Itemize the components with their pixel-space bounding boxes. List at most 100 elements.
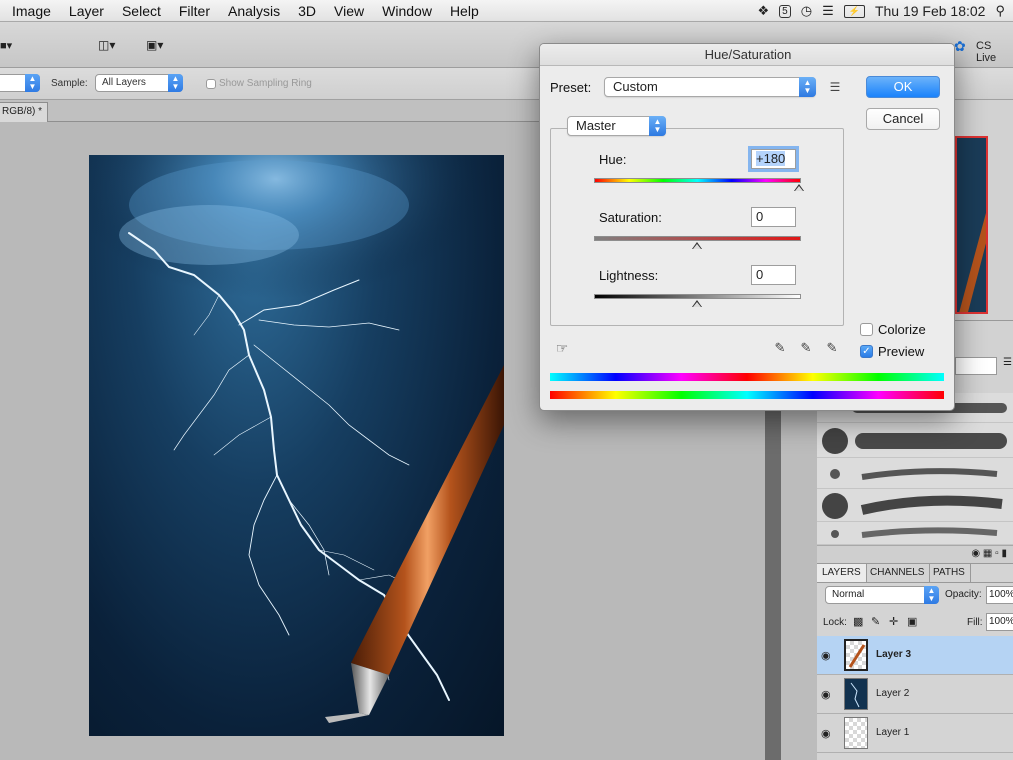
navigator-zoom-slider[interactable] — [955, 320, 1013, 332]
tab-layers[interactable]: LAYERS — [817, 564, 867, 582]
ok-button[interactable]: OK — [866, 76, 940, 98]
menu-clock[interactable]: Thu 19 Feb 18:02 — [875, 3, 986, 19]
navigator-preview[interactable] — [955, 136, 988, 314]
brush-preset-row[interactable] — [817, 490, 1013, 522]
menu-filter[interactable]: Filter — [173, 0, 216, 22]
chevron-updown-icon: ▲ ▼ — [799, 77, 816, 97]
on-image-adjustment-icon[interactable]: ☞ — [554, 340, 570, 357]
brush-presets-panel — [817, 393, 1013, 545]
menu-image[interactable]: Image — [6, 0, 57, 22]
preset-value: Custom — [613, 79, 658, 94]
show-sampling-ring-label: Show Sampling Ring — [219, 78, 312, 89]
chevron-updown-icon: ▲ ▼ — [924, 586, 939, 604]
hue-slider-thumb[interactable] — [794, 184, 804, 191]
delete-preset-icon[interactable]: ▮ — [1001, 548, 1007, 559]
lock-all-icon[interactable]: ▣ — [907, 615, 917, 628]
layer-row-layer-3[interactable]: ◉ Layer 3 — [817, 636, 1013, 675]
sample-label: Sample: — [51, 78, 88, 89]
screen-layout-icon[interactable]: ▣▾ — [146, 38, 178, 54]
lightness-label: Lightness: — [599, 268, 659, 283]
layers-panel: LAYERS CHANNELS PATHS Normal ▲ ▼ Opacity:… — [817, 563, 1013, 760]
show-sampling-ring-checkbox[interactable] — [206, 79, 216, 89]
brush-preset-row[interactable] — [817, 523, 1013, 545]
eye-visibility-icon[interactable]: ◉ — [821, 649, 835, 662]
layer-thumbnail — [844, 717, 868, 749]
colorize-label[interactable]: Colorize — [878, 322, 926, 337]
eyedropper-minus-icon[interactable]: ✎ — [824, 340, 840, 356]
eyedropper-icon[interactable]: ✎ — [772, 340, 788, 356]
preset-options-icon[interactable]: ☰ — [827, 80, 843, 94]
brush-preset-search[interactable] — [955, 357, 997, 375]
chevron-updown-icon: ▲ ▼ — [649, 116, 666, 136]
lightness-slider-track[interactable] — [594, 294, 801, 299]
chevron-updown-icon: ▲ ▼ — [25, 74, 40, 92]
brush-preset-row[interactable] — [817, 424, 1013, 458]
cs-live-label[interactable]: CS Live — [976, 40, 1013, 64]
hue-value: +180 — [756, 151, 786, 166]
layer-row-layer-2[interactable]: ◉ Layer 2 — [817, 675, 1013, 714]
opacity-input[interactable]: 100% — [986, 586, 1013, 604]
brush-preset-row[interactable] — [817, 459, 1013, 489]
tab-paths[interactable]: PATHS — [928, 564, 971, 582]
layer-row-layer-1[interactable]: ◉ Layer 1 — [817, 714, 1013, 753]
layer-name[interactable]: Layer 2 — [876, 688, 909, 699]
eyedropper-plus-icon[interactable]: ✎ — [798, 340, 814, 356]
layer-name[interactable]: Layer 1 — [876, 727, 909, 738]
wifi-icon[interactable]: ☰ — [822, 3, 834, 19]
new-preset-icon[interactable]: ▫ — [995, 548, 999, 559]
navigator-thumbnail — [959, 212, 986, 312]
brush-grid-icon[interactable]: ▦ — [983, 548, 992, 559]
preset-select[interactable]: Custom ▲ ▼ — [604, 77, 816, 97]
lightning-pen-artwork — [89, 155, 504, 723]
hue-slider-track[interactable] — [594, 178, 801, 183]
saturation-input[interactable]: 0 — [751, 207, 796, 227]
channel-select[interactable]: Master ▲ ▼ — [567, 116, 666, 136]
sample-value: All Layers — [102, 77, 146, 88]
cs-live-icon[interactable]: ✿ — [954, 38, 966, 55]
sample-size-select[interactable]: ▲ ▼ — [0, 74, 40, 92]
eye-visibility-icon[interactable]: ◉ — [821, 727, 835, 740]
document-tab[interactable]: RGB/8) * — [0, 102, 48, 122]
tab-channels[interactable]: CHANNELS — [865, 564, 931, 582]
search-icon[interactable]: ⚲ — [995, 3, 1005, 19]
menu-3d[interactable]: 3D — [292, 0, 322, 22]
saturation-slider-track[interactable] — [594, 236, 801, 241]
screen-mode-icon[interactable]: ■▾ — [0, 39, 16, 53]
menu-window[interactable]: Window — [376, 0, 438, 22]
layer-name[interactable]: Layer 3 — [876, 649, 911, 660]
menu-select[interactable]: Select — [116, 0, 167, 22]
eye-visibility-icon[interactable]: ◉ — [821, 688, 835, 701]
fill-input[interactable]: 100% — [986, 613, 1013, 631]
sample-select[interactable]: All Layers ▲ ▼ — [95, 74, 183, 92]
menu-analysis[interactable]: Analysis — [222, 0, 286, 22]
saturation-label: Saturation: — [599, 210, 662, 225]
colorize-checkbox[interactable] — [860, 323, 873, 336]
menu-help[interactable]: Help — [444, 0, 485, 22]
document-canvas[interactable] — [89, 155, 504, 736]
dialog-title[interactable]: Hue/Saturation — [540, 44, 954, 66]
cancel-button[interactable]: Cancel — [866, 108, 940, 130]
channel-value: Master — [576, 118, 616, 133]
menu-layer[interactable]: Layer — [63, 0, 110, 22]
adobe-5-icon[interactable]: 5 — [779, 4, 791, 18]
lock-transparency-icon[interactable]: ▩ — [853, 615, 863, 628]
preview-label[interactable]: Preview — [878, 344, 924, 359]
lock-position-icon[interactable]: ✛ — [889, 615, 898, 628]
hue-input[interactable]: +180 — [751, 149, 796, 169]
time-machine-icon[interactable]: ◷ — [801, 3, 812, 19]
lightness-input[interactable]: 0 — [751, 265, 796, 285]
dropbox-icon[interactable]: ❖ — [758, 3, 770, 19]
blend-mode-value: Normal — [832, 589, 865, 600]
arrange-documents-icon[interactable]: ◫▾ — [98, 38, 130, 54]
menu-view[interactable]: View — [328, 0, 370, 22]
preview-checkbox[interactable]: ✓ — [860, 345, 873, 358]
toggle-brush-panel-icon[interactable]: ◉ — [971, 548, 980, 559]
saturation-slider-thumb[interactable] — [692, 242, 702, 249]
brush-panel-menu-icon[interactable]: ☰ — [1003, 357, 1013, 375]
lock-image-icon[interactable]: ✎ — [871, 615, 880, 628]
battery-icon[interactable]: ⚡ — [843, 4, 865, 18]
output-color-spectrum — [550, 391, 944, 399]
mac-menu-bar: Image Layer Select Filter Analysis 3D Vi… — [0, 0, 1013, 22]
blend-mode-select[interactable]: Normal ▲ ▼ — [825, 586, 939, 604]
lightness-slider-thumb[interactable] — [692, 300, 702, 307]
